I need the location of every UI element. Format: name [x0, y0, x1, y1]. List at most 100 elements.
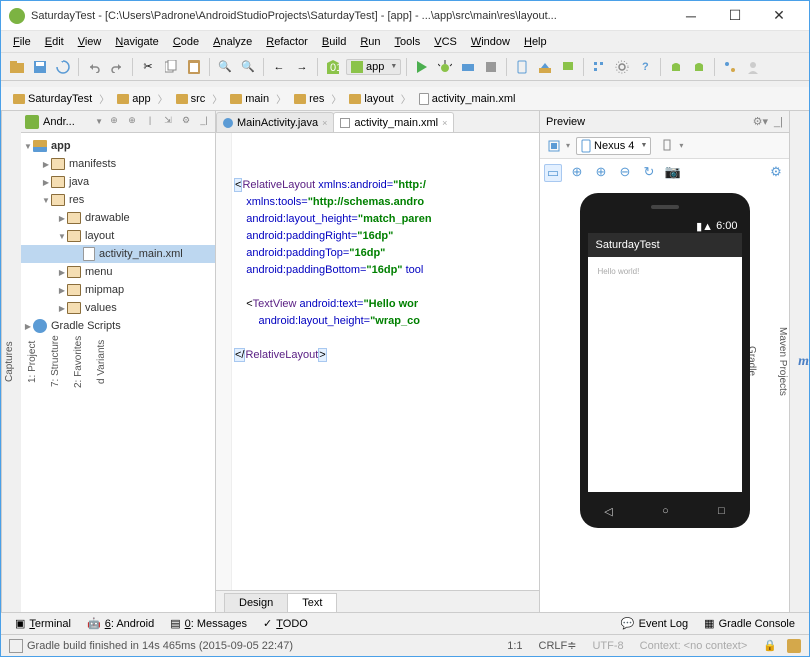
stop-icon[interactable] — [481, 57, 501, 77]
cut-icon[interactable]: ✂ — [138, 57, 158, 77]
gear-icon[interactable]: ⚙▾ — [753, 115, 768, 128]
breadcrumb-item[interactable]: app — [113, 91, 171, 106]
menu-view[interactable]: View — [72, 34, 108, 50]
menu-refactor[interactable]: Refactor — [260, 34, 314, 50]
menu-code[interactable]: Code — [167, 34, 205, 50]
hide-icon[interactable]: _| — [197, 115, 211, 129]
side-tab-favorites[interactable]: 2: Favorites — [71, 327, 86, 395]
designer-tab-text[interactable]: Text — [287, 593, 337, 612]
back-icon[interactable]: ← — [269, 57, 289, 77]
refresh-icon[interactable]: ↻ — [640, 164, 658, 182]
screenshot-icon[interactable]: 📷 — [664, 164, 682, 182]
side-tab-project[interactable]: 1: Project — [25, 332, 40, 390]
open-icon[interactable] — [7, 57, 27, 77]
toolwin-todo[interactable]: ✓TODO — [257, 615, 314, 632]
run-config-selector[interactable]: app ▼ — [346, 59, 401, 75]
tree-node-java[interactable]: ▶java — [21, 173, 215, 191]
cursor-pos[interactable]: 1:1 — [501, 640, 528, 652]
tree-node-mipmap[interactable]: ▶mipmap — [21, 281, 215, 299]
side-tab-mavenprojects[interactable]: Maven Projects — [775, 319, 790, 404]
menu-vcs[interactable]: VCS — [428, 34, 463, 50]
tree-node-manifests[interactable]: ▶manifests — [21, 155, 215, 173]
run-icon[interactable] — [412, 57, 432, 77]
make-icon[interactable]: 01 — [323, 57, 343, 77]
lock-icon[interactable]: 🔒 — [757, 639, 783, 652]
toolwin-android[interactable]: 🤖6: Android — [81, 615, 160, 632]
scroll-to-icon[interactable]: ⊕ — [107, 115, 121, 129]
tree-node-values[interactable]: ▶values — [21, 299, 215, 317]
menu-help[interactable]: Help — [518, 34, 553, 50]
scroll-from-icon[interactable]: ⊕ — [125, 115, 139, 129]
tree-node-menu[interactable]: ▶menu — [21, 263, 215, 281]
avd-icon[interactable] — [512, 57, 532, 77]
forward-icon[interactable]: → — [292, 57, 312, 77]
android-add-icon[interactable] — [689, 57, 709, 77]
toolwin-gradleconsole[interactable]: ▦Gradle Console — [698, 615, 801, 632]
menu-navigate[interactable]: Navigate — [109, 34, 164, 50]
gear-icon[interactable]: ⚙ — [179, 115, 193, 129]
attach-icon[interactable] — [458, 57, 478, 77]
encoding[interactable]: UTF-8 — [586, 640, 629, 652]
maximize-button[interactable]: ☐ — [713, 2, 757, 30]
menu-analyze[interactable]: Analyze — [207, 34, 258, 50]
tree-node-res[interactable]: ▼res — [21, 191, 215, 209]
close-button[interactable]: ✕ — [757, 2, 801, 30]
collapse-icon[interactable]: ⇲ — [161, 115, 175, 129]
toolwin-eventlog[interactable]: 💬Event Log — [615, 615, 694, 632]
structure-icon[interactable] — [589, 57, 609, 77]
zoom-in-icon[interactable]: ⊕ — [592, 164, 610, 182]
side-tab-structure[interactable]: 7: Structure — [48, 328, 63, 396]
device-selector[interactable]: Nexus 4 ▼ — [576, 137, 651, 155]
breadcrumb-item[interactable]: activity_main.xml — [415, 93, 527, 105]
orientation-icon[interactable] — [657, 136, 677, 156]
code-editor[interactable]: <RelativeLayout xmlns:android="http:/ xm… — [216, 133, 539, 590]
monitor-icon[interactable] — [558, 57, 578, 77]
zoom-fit-icon[interactable]: ⊕ — [568, 164, 586, 182]
breadcrumb-item[interactable]: layout — [345, 91, 414, 106]
menu-window[interactable]: Window — [465, 34, 516, 50]
sync-icon[interactable] — [53, 57, 73, 77]
breadcrumb-item[interactable]: SaturdayTest — [9, 91, 113, 106]
debug-icon[interactable] — [435, 57, 455, 77]
select-icon[interactable]: ▭ — [544, 164, 562, 182]
breadcrumb-item[interactable]: src — [172, 91, 227, 106]
toolwin-terminal[interactable]: ▣Terminal — [9, 615, 77, 632]
editor-tab-mainactivity[interactable]: MainActivity.java× — [216, 112, 334, 132]
menu-run[interactable]: Run — [354, 34, 386, 50]
menu-tools[interactable]: Tools — [389, 34, 427, 50]
designer-tab-design[interactable]: Design — [224, 593, 288, 612]
tree-node-drawable[interactable]: ▶drawable — [21, 209, 215, 227]
help-icon[interactable]: ? — [635, 57, 655, 77]
side-tab-dvariants[interactable]: d Variants — [94, 331, 109, 391]
sdk-icon[interactable] — [535, 57, 555, 77]
toolwin-messages[interactable]: ▤0: Messages — [164, 615, 253, 632]
status-icon[interactable] — [9, 639, 23, 653]
inspector-icon[interactable] — [787, 639, 801, 653]
find-icon[interactable]: 🔍 — [215, 57, 235, 77]
redo-icon[interactable] — [107, 57, 127, 77]
hierarchy-icon[interactable] — [720, 57, 740, 77]
menu-build[interactable]: Build — [316, 34, 352, 50]
user-icon[interactable] — [743, 57, 763, 77]
tree-node-layout[interactable]: ▼layout — [21, 227, 215, 245]
tree-node-app[interactable]: ▼app — [21, 137, 215, 155]
viewport-icon[interactable] — [544, 136, 564, 156]
undo-icon[interactable] — [84, 57, 104, 77]
menu-file[interactable]: File — [7, 34, 37, 50]
side-tab-captures[interactable]: Captures — [2, 333, 17, 390]
minimize-button[interactable]: ─ — [669, 2, 713, 30]
copy-icon[interactable] — [161, 57, 181, 77]
line-sep[interactable]: CRLF≑ — [533, 639, 583, 652]
editor-tab-activity_main[interactable]: activity_main.xml× — [333, 112, 454, 132]
close-tab-icon[interactable]: × — [322, 118, 327, 128]
settings-icon[interactable]: ⚙ — [767, 164, 785, 182]
android-icon[interactable] — [666, 57, 686, 77]
breadcrumb-item[interactable]: main — [226, 91, 290, 106]
zoom-out-icon[interactable]: ⊖ — [616, 164, 634, 182]
save-icon[interactable] — [30, 57, 50, 77]
menu-edit[interactable]: Edit — [39, 34, 70, 50]
hide-icon[interactable]: _| — [774, 116, 783, 128]
context[interactable]: Context: <no context> — [634, 640, 754, 652]
close-tab-icon[interactable]: × — [442, 118, 447, 128]
settings-icon[interactable] — [612, 57, 632, 77]
